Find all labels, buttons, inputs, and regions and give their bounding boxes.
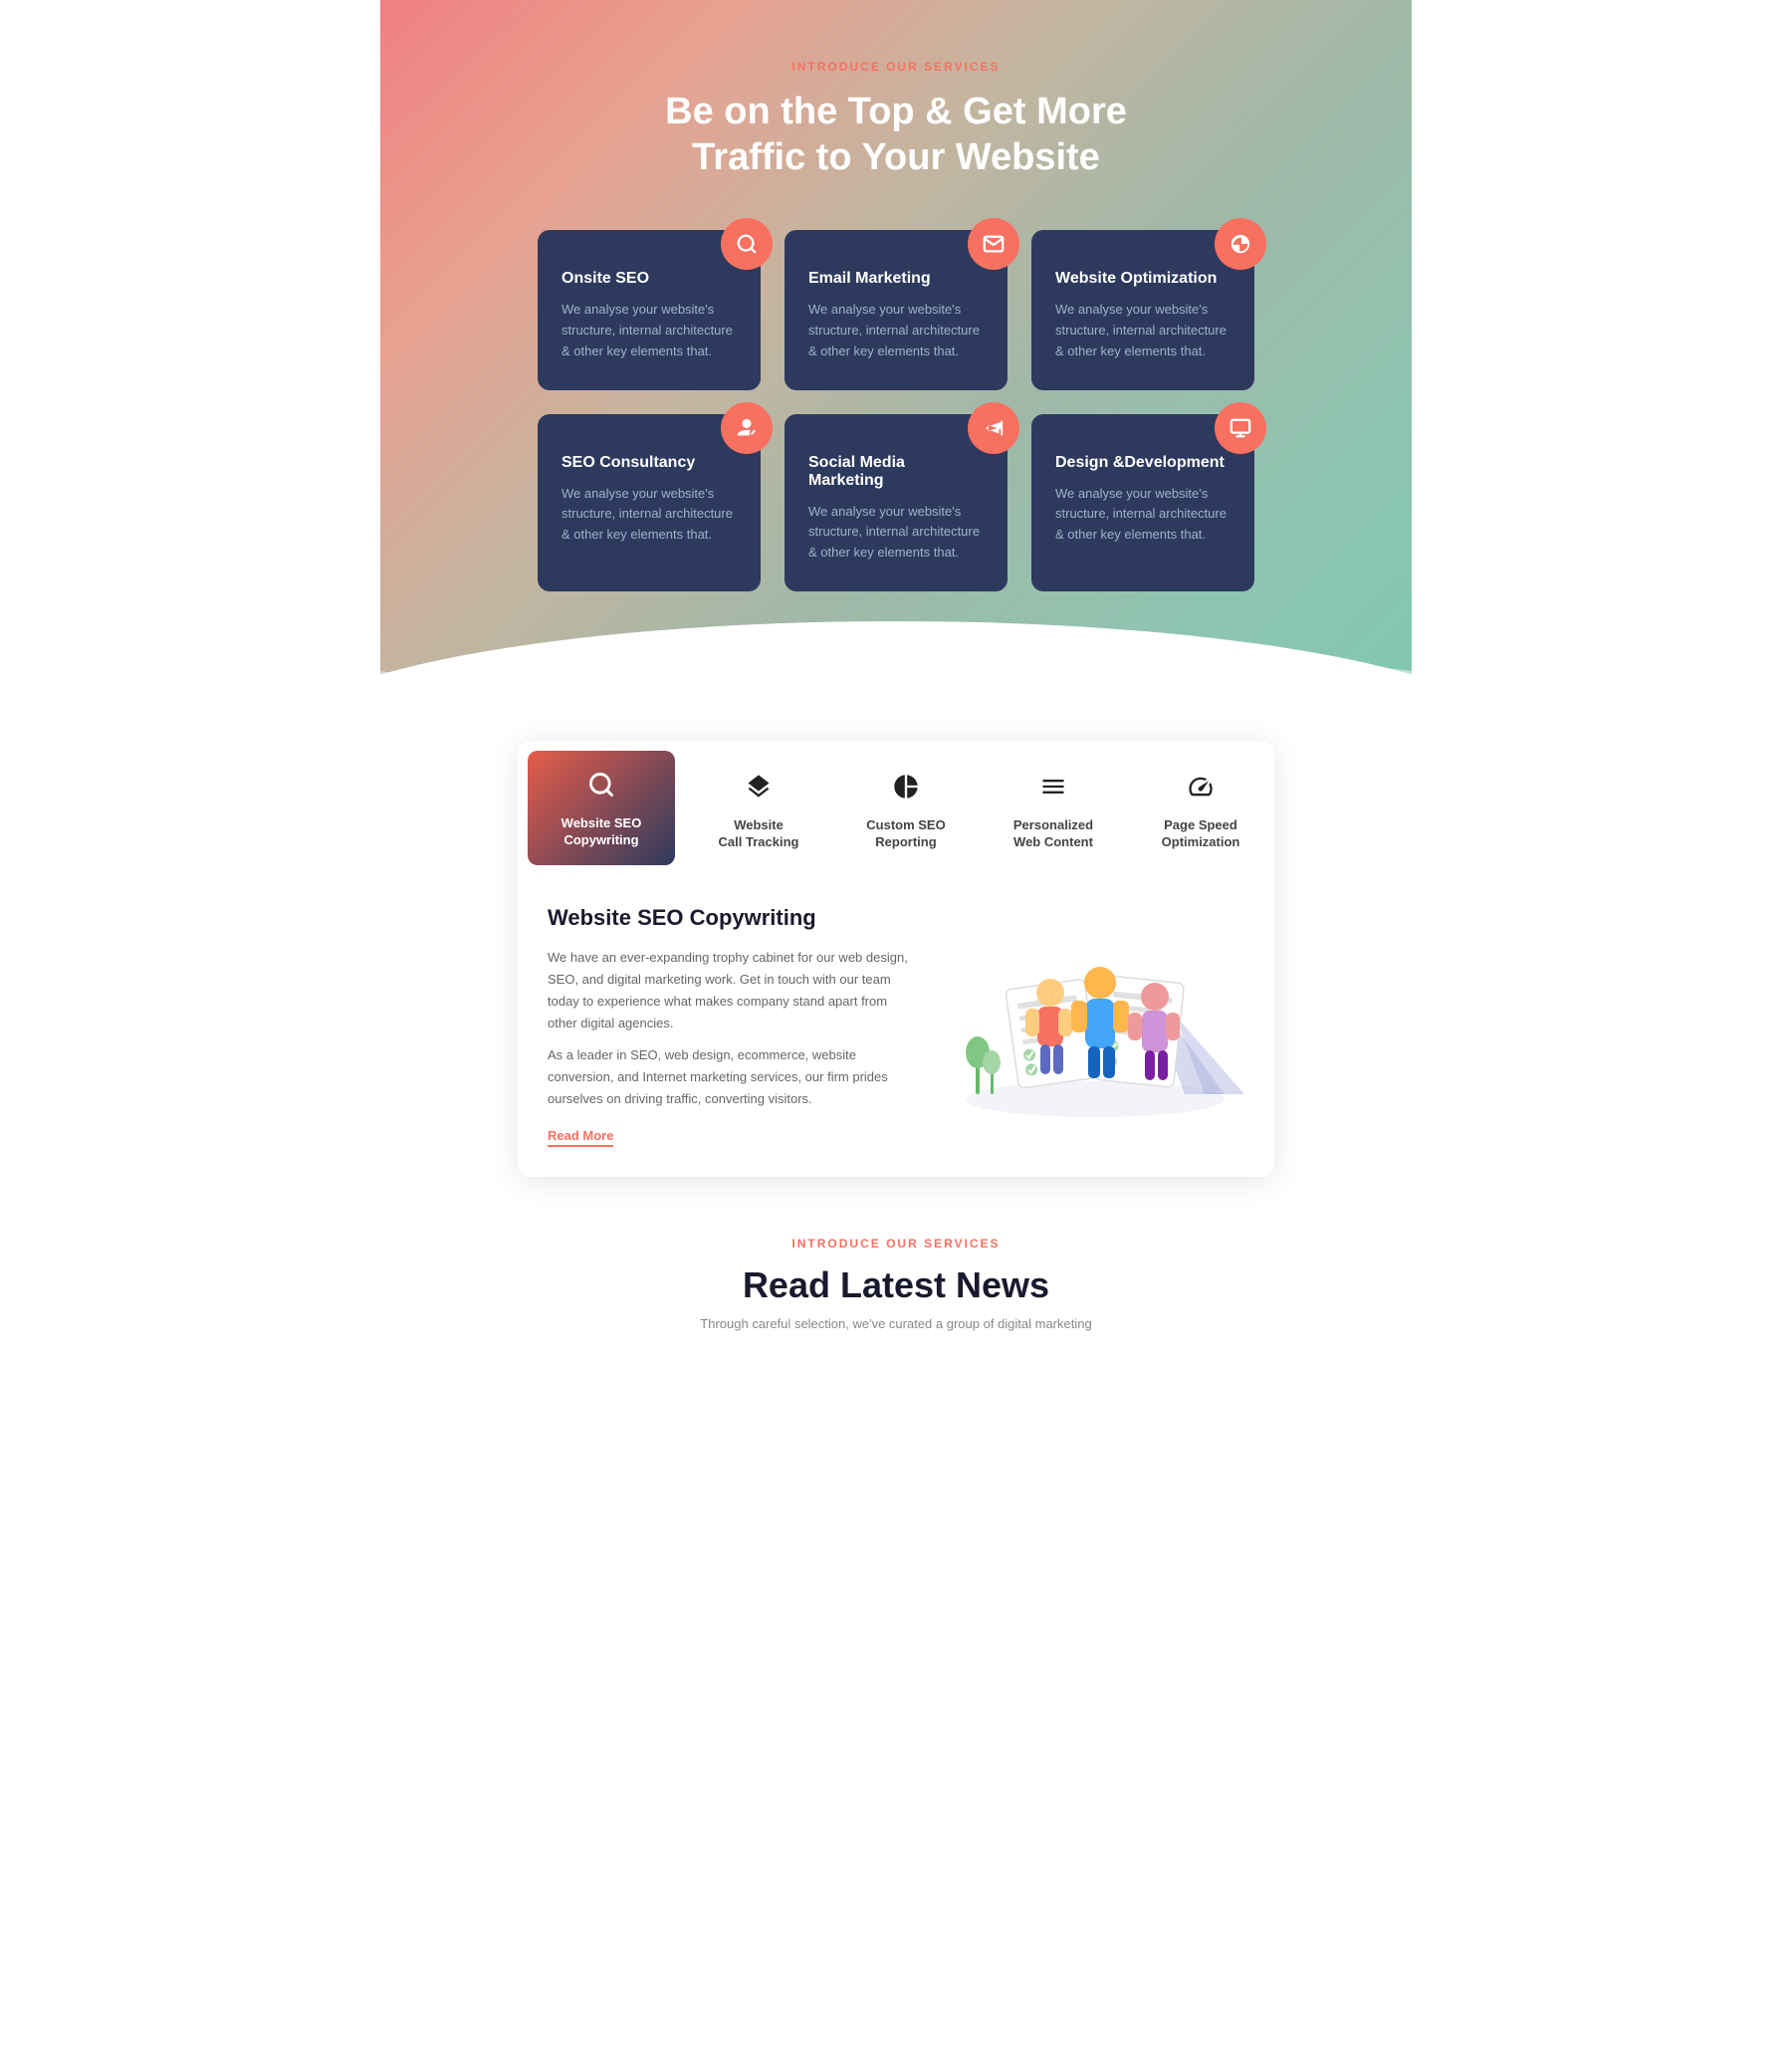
tabs-container: Website SEO Copywriting Website Call Tra… xyxy=(518,741,1274,1177)
monitor-icon xyxy=(1215,402,1266,454)
service-card-seo-consultancy: SEO Consultancy We analyse your website'… xyxy=(538,414,761,591)
seo-illustration xyxy=(946,905,1244,1124)
services-grid: Onsite SEO We analyse your website's str… xyxy=(518,230,1274,591)
news-title: Read Latest News xyxy=(400,1264,1392,1306)
tab-website-seo[interactable]: Website SEO Copywriting xyxy=(528,751,675,865)
service-card-website-optimization: Website Optimization We analyse your web… xyxy=(1031,230,1254,389)
services-title: Be on the Top & Get More Traffic to Your… xyxy=(380,90,1412,180)
service-card-seo-consultancy-desc: We analyse your website's structure, int… xyxy=(561,484,737,546)
tab-content-text: Website SEO Copywriting We have an ever-… xyxy=(548,905,916,1148)
tab-web-content-label: Personalized Web Content xyxy=(1013,817,1093,851)
service-card-seo-consultancy-title: SEO Consultancy xyxy=(561,454,737,472)
tab-web-content[interactable]: Personalized Web Content xyxy=(980,741,1127,875)
services-section: INTRODUCE OUR SERVICES Be on the Top & G… xyxy=(380,0,1412,711)
service-card-social-media-title: Social Media Marketing xyxy=(808,454,984,490)
service-card-onsite-seo: Onsite SEO We analyse your website's str… xyxy=(538,230,761,389)
services-tagline: INTRODUCE OUR SERVICES xyxy=(380,60,1412,74)
read-more-link[interactable]: Read More xyxy=(548,1128,613,1147)
service-card-onsite-seo-title: Onsite SEO xyxy=(561,270,737,288)
pie-tab-icon xyxy=(892,773,920,807)
wave-decoration xyxy=(380,631,1412,711)
tab-page-speed[interactable]: Page Speed Optimization xyxy=(1127,741,1274,875)
news-subtitle: Through careful selection, we've curated… xyxy=(400,1316,1392,1331)
service-card-email-marketing-desc: We analyse your website's structure, int… xyxy=(808,300,984,361)
service-card-social-media-desc: We analyse your website's structure, int… xyxy=(808,502,984,564)
speedometer-tab-icon xyxy=(1187,773,1215,807)
tab-custom-seo[interactable]: Custom SEO Reporting xyxy=(832,741,980,875)
user-check-icon xyxy=(721,402,773,454)
layers-tab-icon xyxy=(745,773,773,807)
search-icon xyxy=(721,218,773,270)
search-tab-icon xyxy=(587,771,615,805)
service-card-email-marketing-title: Email Marketing xyxy=(808,270,984,288)
tab-custom-seo-label: Custom SEO Reporting xyxy=(866,817,945,851)
pie-chart-icon xyxy=(1215,218,1266,270)
tab-content-area: Website SEO Copywriting We have an ever-… xyxy=(518,875,1274,1178)
news-tagline: INTRODUCE OUR SERVICES xyxy=(400,1237,1392,1251)
service-card-design-dev-title: Design &Development xyxy=(1055,454,1231,472)
tab-content-illustration xyxy=(946,905,1244,1124)
service-card-social-media: Social Media Marketing We analyse your w… xyxy=(784,414,1008,591)
megaphone-icon xyxy=(968,402,1019,454)
tab-content-paragraph1: We have an ever-expanding trophy cabinet… xyxy=(548,947,916,1034)
tab-website-seo-label: Website SEO Copywriting xyxy=(561,815,642,849)
tab-content-title: Website SEO Copywriting xyxy=(548,905,916,931)
tab-page-speed-label: Page Speed Optimization xyxy=(1162,817,1240,851)
service-card-design-dev-desc: We analyse your website's structure, int… xyxy=(1055,484,1231,546)
tab-content-paragraph2: As a leader in SEO, web design, ecommerc… xyxy=(548,1044,916,1110)
news-section: INTRODUCE OUR SERVICES Read Latest News … xyxy=(380,1177,1412,1351)
service-card-website-optimization-desc: We analyse your website's structure, int… xyxy=(1055,300,1231,361)
tabs-wrapper: Website SEO Copywriting Website Call Tra… xyxy=(380,711,1412,1177)
tab-call-tracking[interactable]: Website Call Tracking xyxy=(685,741,832,875)
document-tab-icon xyxy=(1039,773,1067,807)
service-card-design-dev: Design &Development We analyse your webs… xyxy=(1031,414,1254,591)
tabs-header: Website SEO Copywriting Website Call Tra… xyxy=(518,741,1274,875)
email-icon xyxy=(968,218,1019,270)
tab-call-tracking-label: Website Call Tracking xyxy=(719,817,799,851)
service-card-onsite-seo-desc: We analyse your website's structure, int… xyxy=(561,300,737,361)
service-card-email-marketing: Email Marketing We analyse your website'… xyxy=(784,230,1008,389)
service-card-website-optimization-title: Website Optimization xyxy=(1055,270,1231,288)
